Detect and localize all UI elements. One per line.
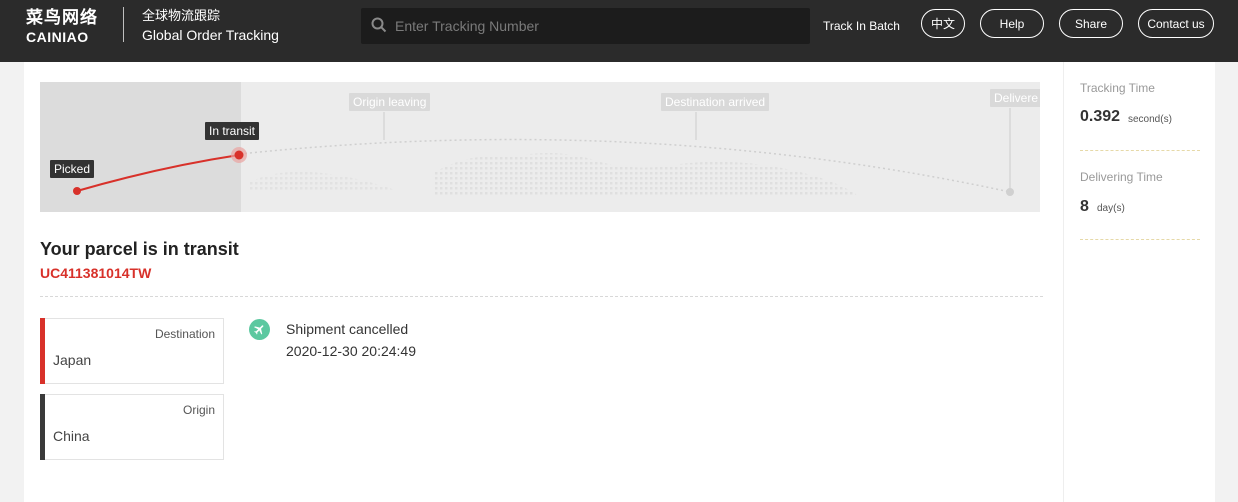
sidebar-divider <box>1080 150 1200 151</box>
airplane-icon <box>249 319 270 340</box>
tracking-time-value: 0.392 <box>1080 108 1121 125</box>
destination-value: Japan <box>53 352 92 368</box>
contact-us-button[interactable]: Contact us <box>1138 9 1214 38</box>
stage-picked-label: Picked <box>50 160 95 178</box>
delivered-marker <box>1006 188 1014 196</box>
parcel-status-title: Your parcel is in transit <box>40 239 239 259</box>
logo-english-text: CAINIAO <box>26 29 89 45</box>
language-switch-button[interactable]: 中文 <box>921 9 965 38</box>
world-map-graphic <box>73 108 1014 197</box>
tracking-time-label: Tracking Time <box>1080 81 1155 95</box>
origin-accent-bar <box>40 394 45 460</box>
tracking-time-unit: second(s) <box>1128 114 1172 125</box>
origin-label: Origin <box>182 403 215 417</box>
stage-destination-arrived-label: Destination arrived <box>661 93 770 111</box>
search-icon <box>371 17 387 33</box>
destination-label: Destination <box>154 327 215 341</box>
sidebar-divider <box>1080 239 1200 240</box>
delivering-time-unit: day(s) <box>1097 203 1125 214</box>
delivering-time-value: 8 <box>1080 198 1089 215</box>
stage-delivered-label: Delivere <box>990 89 1040 107</box>
stage-in-transit-label: In transit <box>205 122 260 140</box>
picked-marker <box>73 187 81 195</box>
site-title: 全球物流跟踪 Global Order Tracking <box>142 8 279 44</box>
section-divider <box>40 296 1043 297</box>
origin-card: Origin China <box>40 394 224 460</box>
tracking-main-panel: Picked In transit Origin leaving Destina… <box>24 62 1063 502</box>
logo-divider <box>123 7 124 42</box>
tracking-search-box[interactable] <box>361 8 810 44</box>
share-button[interactable]: Share <box>1059 9 1123 38</box>
stats-sidebar: Tracking Time 0.392 second(s) Delivering… <box>1063 62 1215 502</box>
top-header: 菜鸟网络 CAINIAO 全球物流跟踪 Global Order Trackin… <box>0 0 1238 62</box>
logo-chinese-text: 菜鸟网络 <box>26 8 98 27</box>
stage-origin-leaving-label: Origin leaving <box>349 93 431 111</box>
site-title-english: Global Order Tracking <box>142 27 279 43</box>
tracking-number-input[interactable] <box>395 8 795 44</box>
cainiao-logo[interactable]: 菜鸟网络 CAINIAO <box>26 8 106 45</box>
track-in-batch-link[interactable]: Track In Batch <box>823 19 900 33</box>
event-timestamp: 2020-12-30 20:24:49 <box>286 343 416 359</box>
destination-accent-bar <box>40 318 45 384</box>
destination-card: Destination Japan <box>40 318 224 384</box>
delivering-time-label: Delivering Time <box>1080 170 1163 184</box>
in-transit-marker <box>234 150 244 160</box>
site-title-chinese: 全球物流跟踪 <box>142 8 221 23</box>
progress-map: Picked In transit Origin leaving Destina… <box>40 82 1040 212</box>
tracking-number: UC411381014TW <box>40 265 152 281</box>
help-button[interactable]: Help <box>980 9 1044 38</box>
event-description: Shipment cancelled <box>286 321 409 337</box>
origin-value: China <box>53 428 90 444</box>
